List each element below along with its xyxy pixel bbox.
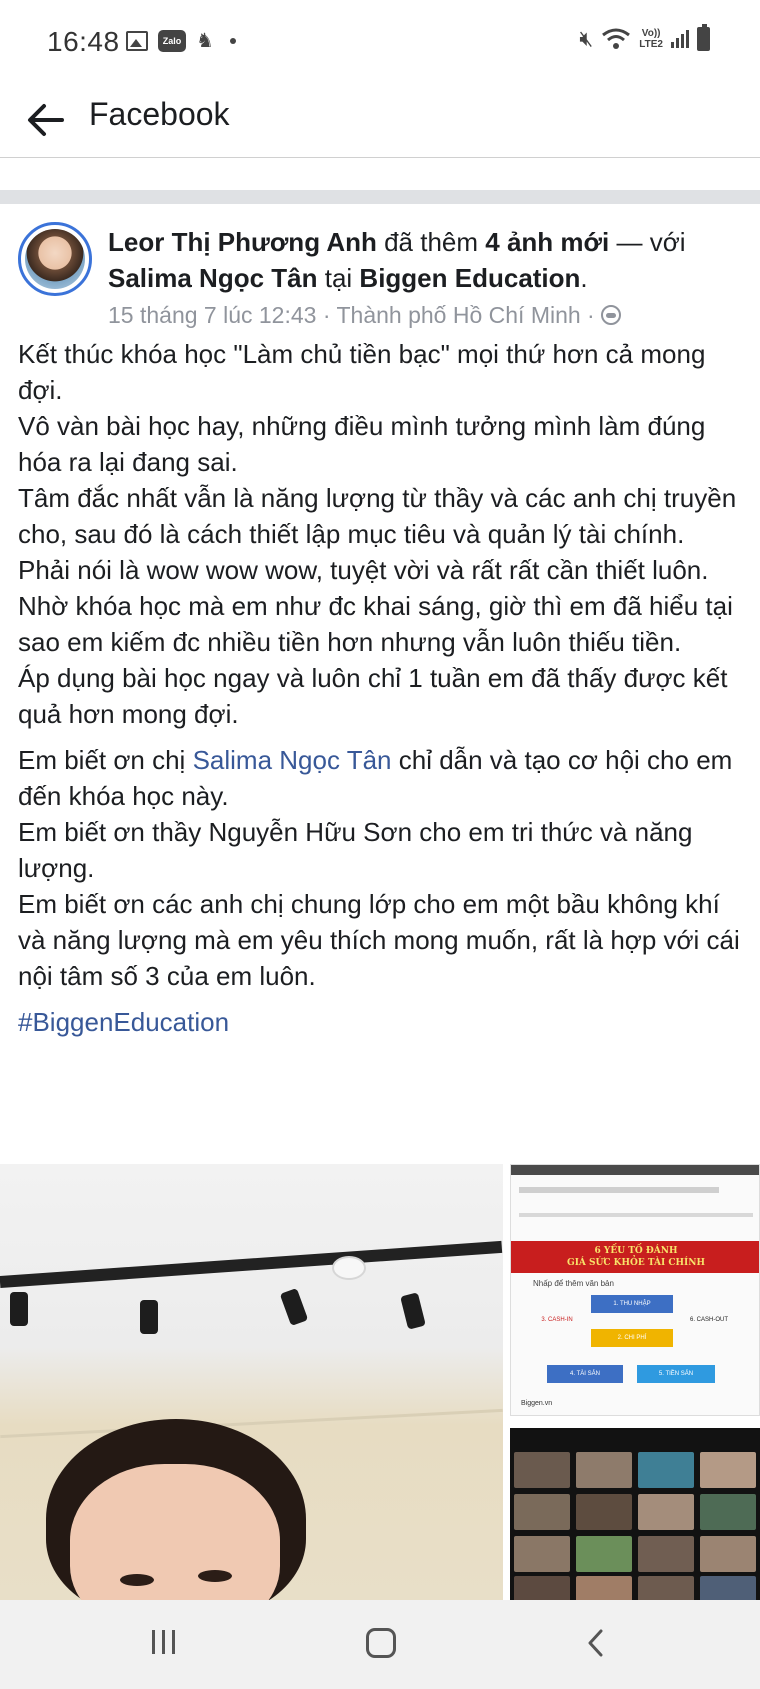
app-header: Facebook (0, 86, 760, 158)
recent-apps-icon[interactable] (152, 1630, 175, 1654)
wifi-icon (602, 28, 631, 49)
photo-slide[interactable]: 6 YẾU TỐ ĐÁNH GIÁ SỨC KHỎE TÀI CHÍNH Nhấ… (510, 1164, 760, 1416)
mention-link[interactable]: Salima Ngọc Tân (193, 745, 392, 775)
back-arrow-icon[interactable] (22, 96, 70, 144)
slide-title-1: 6 YẾU TỐ ĐÁNH (594, 1246, 678, 1256)
back-icon[interactable] (582, 1628, 612, 1658)
author-name[interactable]: Leor Thị Phương Anh (108, 227, 377, 257)
globe-icon (600, 305, 621, 325)
action-with: — với (609, 227, 686, 257)
status-notification-icons: Zalo ♞ (126, 28, 236, 53)
slide-note: Nhấp để thêm văn bản (533, 1279, 614, 1288)
post-paragraph-5: Nhờ khóa học mà em như đc khai sáng, giờ… (18, 591, 733, 657)
photo-main[interactable] (0, 1164, 503, 1600)
gratitude-paragraph-2: Em biết ơn thầy Nguyễn Hữu Sơn cho em tr… (18, 817, 693, 883)
photo-zoom-meeting[interactable] (510, 1428, 760, 1600)
slide-box: 1. THU NHẬP (591, 1295, 673, 1313)
photo-grid: 6 YẾU TỐ ĐÁNH GIÁ SỨC KHỎE TÀI CHÍNH Nhấ… (0, 1164, 760, 1600)
lamp (140, 1300, 158, 1334)
hashtag-link[interactable]: #BiggenEducation (18, 1004, 748, 1040)
gratitude-1-prefix: Em biết ơn chị (18, 745, 193, 775)
slide-box: 4. TÀI SẢN (547, 1365, 623, 1383)
ceiling-rail (0, 1240, 503, 1288)
smoke-detector (332, 1256, 366, 1280)
gratitude-paragraph-1: Em biết ơn chị Salima Ngọc Tân chỉ dẫn v… (18, 742, 748, 814)
post-timestamp[interactable]: 15 tháng 7 lúc 12:43 · Thành phố Hồ Chí … (108, 298, 595, 332)
photo-count[interactable]: 4 ảnh mới (485, 227, 609, 257)
image-icon (126, 30, 148, 51)
post-paragraph-2: Vô vàn bài học hay, những điều mình tưởn… (18, 411, 706, 477)
wall-line (0, 1408, 503, 1439)
person-face (70, 1464, 280, 1600)
post-paragraph-3: Tâm đắc nhất vẫn là năng lượng từ thầy v… (18, 483, 737, 549)
battery-icon (697, 24, 710, 51)
slide-footer: Biggen.vn (521, 1400, 553, 1407)
lte-line-1: Vo)) (641, 28, 661, 39)
post-paragraph-4: Phải nói là wow wow wow, tuyệt vời và rấ… (18, 555, 709, 585)
status-time: 16:48 (47, 26, 120, 57)
slide-banner: 6 YẾU TỐ ĐÁNH GIÁ SỨC KHỎE TÀI CHÍNH (511, 1241, 759, 1273)
person-icon: ♞ (196, 30, 214, 52)
nav-bar (0, 1600, 760, 1689)
post-subline: 15 tháng 7 lúc 12:43 · Thành phố Hồ Chí … (108, 298, 748, 332)
post-paragraph-6: Áp dụng bài học ngay và luôn chỉ 1 tuần … (18, 663, 728, 729)
status-system-icons: 🔇︎ Vo)) LTE2 (579, 24, 710, 52)
lamp (279, 1287, 309, 1327)
dot-icon (229, 37, 236, 44)
status-bar: 16:48 Zalo ♞ 🔇︎ Vo)) LTE2 (0, 0, 760, 86)
lamp (10, 1292, 28, 1326)
post-body: Kết thúc khóa học "Làm chủ tiền bạc" mọi… (18, 336, 748, 1040)
zalo-icon: Zalo (158, 29, 186, 52)
feed-divider (0, 190, 760, 204)
signal-icon (671, 30, 689, 48)
avatar[interactable] (18, 222, 92, 296)
lte-line-2: LTE2 (639, 39, 663, 50)
location-prefix: tại (317, 263, 360, 293)
tagged-person[interactable]: Salima Ngọc Tân (108, 263, 318, 293)
slide-box: 6. CASH-OUT (689, 1317, 728, 1323)
location-suffix: . (580, 263, 588, 293)
header-title: Facebook (89, 96, 230, 132)
slide-box: 2. CHI PHÍ (591, 1329, 673, 1347)
slide-title-2: GIÁ SỨC KHỎE TÀI CHÍNH (567, 1258, 705, 1268)
action-prefix: đã thêm (376, 227, 486, 257)
home-icon[interactable] (366, 1628, 396, 1658)
lamp (400, 1292, 426, 1330)
mute-icon: 🔇︎ (579, 26, 594, 51)
post-meta: Leor Thị Phương Anh đã thêm 4 ảnh mới — … (108, 224, 748, 332)
location-name[interactable]: Biggen Education (359, 263, 580, 293)
post-paragraph-1: Kết thúc khóa học "Làm chủ tiền bạc" mọi… (18, 339, 706, 405)
lte-icon: Vo)) LTE2 (639, 28, 663, 50)
slide-box: 5. TIỀN SẢN (637, 1365, 715, 1383)
post-headline: Leor Thị Phương Anh đã thêm 4 ảnh mới — … (108, 224, 748, 296)
slide-box: 3. CASH-IN (541, 1317, 573, 1323)
gratitude-paragraph-3: Em biết ơn các anh chị chung lớp cho em … (18, 889, 740, 991)
